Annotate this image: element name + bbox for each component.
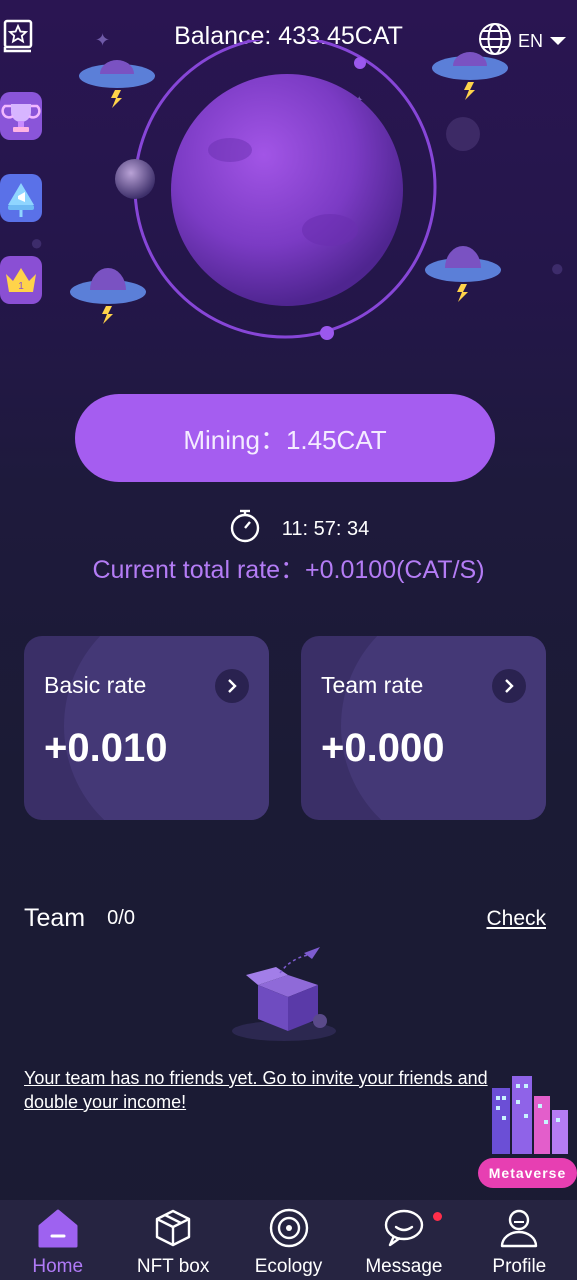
invite-friends-message[interactable]: Your team has no friends yet. Go to invi…: [24, 1066, 524, 1114]
tab-profile[interactable]: Profile: [462, 1200, 577, 1280]
unread-badge: [432, 1212, 442, 1221]
mining-planet-scene: [0, 35, 577, 360]
timer-value: 11: 57: 34: [281, 517, 370, 540]
empty-box-illustration: [228, 945, 340, 1045]
mining-button-label: Mining：1.45CAT: [183, 424, 387, 455]
team-rate-title: Team rate: [321, 672, 424, 698]
tab-profile-label: Profile: [492, 1256, 547, 1277]
team-rate-card[interactable]: Team rate +0.000: [301, 636, 546, 820]
tab-message-label: Message: [365, 1256, 443, 1277]
ufo-icon: [70, 268, 146, 324]
cube-icon: [153, 1204, 193, 1252]
home-icon: [36, 1204, 80, 1252]
tab-nft-box-label: NFT box: [136, 1256, 210, 1277]
team-count: 0/0: [107, 907, 135, 929]
metaverse-button[interactable]: Metaverse: [478, 1070, 577, 1188]
basic-rate-value: +0.010: [44, 726, 168, 770]
profile-icon: [499, 1204, 539, 1252]
ufo-icon: [425, 246, 501, 302]
current-total-rate: Current total rate：+0.0100(CAT/S): [92, 556, 485, 584]
team-label: Team: [24, 904, 86, 932]
stopwatch-icon: [228, 508, 262, 550]
tab-nft-box[interactable]: NFT box: [115, 1200, 230, 1280]
tab-home[interactable]: Home: [0, 1200, 115, 1280]
team-header: Team 0/0 Check: [24, 904, 546, 933]
tab-ecology[interactable]: Ecology: [231, 1200, 346, 1280]
tab-message[interactable]: Message: [346, 1200, 461, 1280]
basic-rate-card[interactable]: Basic rate +0.010: [24, 636, 269, 820]
ufo-icon: [79, 60, 155, 108]
basic-rate-title: Basic rate: [44, 672, 147, 698]
ecology-icon: [268, 1204, 310, 1252]
check-link[interactable]: Check: [486, 907, 546, 931]
mining-button[interactable]: Mining：1.45CAT: [75, 394, 495, 482]
metaverse-label: Metaverse: [478, 1158, 577, 1188]
mining-timer: 11: 57: 34: [0, 508, 577, 550]
chevron-right-icon[interactable]: [492, 669, 526, 703]
bottom-tab-bar: Home NFT box Ecology Message Profile: [0, 1200, 577, 1280]
chat-icon: [382, 1204, 426, 1252]
chevron-right-icon[interactable]: [215, 669, 249, 703]
city-icon: [492, 1076, 568, 1154]
team-rate-value: +0.000: [321, 726, 445, 770]
tab-ecology-label: Ecology: [254, 1256, 323, 1277]
ufo-icon: [432, 52, 508, 100]
tab-home-label: Home: [32, 1256, 84, 1277]
